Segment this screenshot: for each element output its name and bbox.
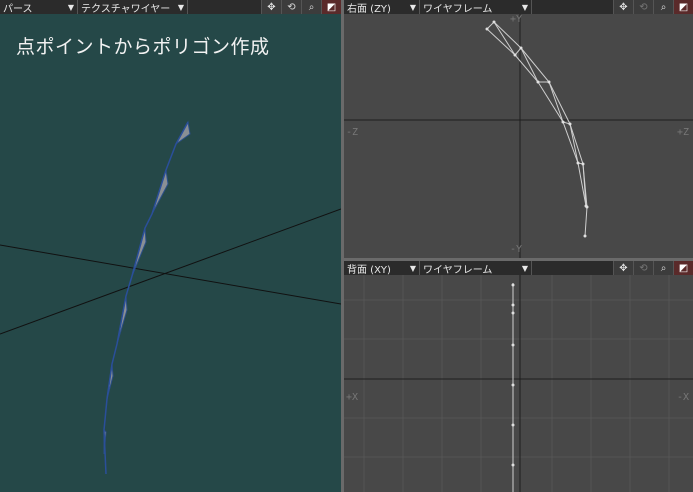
rotate-icon[interactable]: ⟲ [633,0,653,14]
zoom-icon[interactable]: ⌕ [653,261,673,275]
zoom-icon[interactable]: ⌕ [301,0,321,14]
axis-label-bottom: -Y [510,244,523,255]
shading-label: テクスチャワイヤー [81,3,171,15]
axis-label-left: -Z [346,127,359,138]
right-canvas[interactable]: -Z +Z +Y -Y [344,14,693,258]
polygon-strip [103,120,191,475]
chevron-down-icon: ▼ [521,2,528,12]
axis-label-top: +Y [510,14,523,25]
chevron-down-icon: ▼ [67,2,74,12]
view-type-dropdown[interactable]: 背面 (XY) ▼ [344,261,420,276]
back-canvas[interactable]: +X -X [344,275,693,492]
perspective-canvas[interactable]: 点ポイントからポリゴン作成 [0,14,341,492]
grid-lines [344,275,693,492]
view-type-dropdown[interactable]: 右面 (ZY) ▼ [344,0,420,15]
chevron-down-icon: ▼ [409,263,416,273]
wireframe-strip [486,21,588,237]
chevron-down-icon: ▼ [409,2,416,12]
maximize-icon[interactable]: ◩ [673,0,693,14]
grid-axis-line [0,244,341,305]
perspective-viewport[interactable]: パース ▼ テクスチャワイヤー ▼ ✥ ⟲ ⌕ ◩ 点ポイントからポリゴン作成 [0,0,341,492]
view-type-label: パース [3,3,33,15]
back-header: 背面 (XY) ▼ ワイヤフレーム ▼ ✥ ⟲ ⌕ ◩ [344,261,693,276]
shading-label: ワイヤフレーム [423,264,493,276]
back-viewport[interactable]: 背面 (XY) ▼ ワイヤフレーム ▼ ✥ ⟲ ⌕ ◩ +X -X [344,261,693,492]
viewport-caption: 点ポイントからポリゴン作成 [16,36,270,58]
back-scene [344,275,693,492]
chevron-down-icon: ▼ [521,263,528,273]
shading-dropdown[interactable]: ワイヤフレーム ▼ [420,261,532,276]
grid-axis-line [0,208,341,335]
wireframe-strip [511,283,515,492]
perspective-header: パース ▼ テクスチャワイヤー ▼ ✥ ⟲ ⌕ ◩ [0,0,341,15]
maximize-icon[interactable]: ◩ [673,261,693,275]
maximize-icon[interactable]: ◩ [321,0,341,14]
axis-label-right: -X [676,392,689,403]
view-type-label: 右面 (ZY) [347,3,391,15]
shading-label: ワイヤフレーム [423,3,493,15]
axis-label-right: +Z [676,127,689,138]
shading-dropdown[interactable]: ワイヤフレーム ▼ [420,0,532,15]
zoom-icon[interactable]: ⌕ [653,0,673,14]
view-type-dropdown[interactable]: パース ▼ [0,0,78,15]
right-viewport[interactable]: 右面 (ZY) ▼ ワイヤフレーム ▼ ✥ ⟲ ⌕ ◩ -Z +Z +Y -Y [344,0,693,258]
chevron-down-icon: ▼ [177,2,184,12]
move-icon[interactable]: ✥ [613,261,633,275]
move-icon[interactable]: ✥ [613,0,633,14]
view-type-label: 背面 (XY) [347,264,391,276]
perspective-scene [0,120,341,475]
right-scene [344,14,693,258]
right-header: 右面 (ZY) ▼ ワイヤフレーム ▼ ✥ ⟲ ⌕ ◩ [344,0,693,15]
axis-label-left: +X [346,392,359,403]
shading-dropdown[interactable]: テクスチャワイヤー ▼ [78,0,188,15]
rotate-icon[interactable]: ⟲ [281,0,301,14]
rotate-icon[interactable]: ⟲ [633,261,653,275]
move-icon[interactable]: ✥ [261,0,281,14]
